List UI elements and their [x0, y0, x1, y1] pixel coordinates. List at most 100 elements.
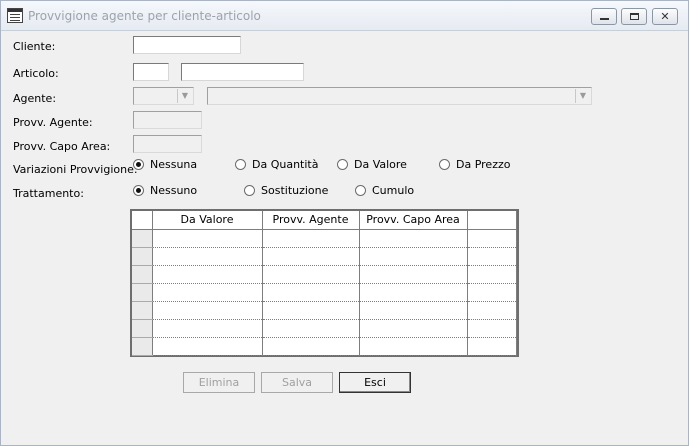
radio-label: Da Valore	[354, 158, 407, 171]
table-row[interactable]	[132, 337, 517, 356]
elimina-button[interactable]: Elimina	[183, 372, 255, 393]
esci-button-label: Esci	[364, 376, 386, 389]
table-cell[interactable]	[359, 337, 468, 356]
articolo-description-input[interactable]	[181, 63, 304, 81]
table-cell[interactable]	[359, 319, 468, 338]
chevron-down-icon[interactable]: ▼	[177, 89, 192, 103]
agente-code-combo[interactable]: ▼	[133, 87, 194, 105]
table-cell[interactable]	[262, 283, 360, 302]
minimize-button[interactable]	[591, 8, 617, 25]
radio-trattamento-nessuno[interactable]: Nessuno	[133, 184, 197, 197]
radio-label: Da Prezzo	[456, 158, 511, 171]
radio-label: Da Quantità	[252, 158, 319, 171]
form-icon	[7, 8, 23, 23]
articolo-code-input[interactable]	[133, 63, 169, 81]
table-cell[interactable]	[152, 337, 263, 356]
variazioni-provvigione-label: Variazioni Provvigione:	[13, 163, 138, 176]
radio-variazione-da-valore[interactable]: Da Valore	[337, 158, 407, 171]
table-cell[interactable]	[467, 301, 517, 320]
table-cell[interactable]	[262, 229, 360, 248]
table-cell[interactable]	[152, 283, 263, 302]
table-row[interactable]	[132, 247, 517, 266]
agente-label: Agente:	[13, 92, 57, 105]
row-selector[interactable]	[132, 283, 153, 302]
radio-variazione-da-prezzo[interactable]: Da Prezzo	[439, 158, 510, 171]
table-cell[interactable]	[152, 229, 263, 248]
radio-variazione-da-quantita[interactable]: Da Quantità	[235, 158, 318, 171]
row-selector[interactable]	[132, 319, 153, 338]
table-cell[interactable]	[152, 319, 263, 338]
main-window: Provvigione agente per cliente-articolo …	[0, 0, 689, 446]
radio-label: Sostituzione	[261, 184, 329, 197]
radio-label: Nessuna	[150, 158, 198, 171]
agente-name-combo[interactable]: ▼	[207, 87, 592, 105]
table-cell[interactable]	[152, 301, 263, 320]
table-row[interactable]	[132, 265, 517, 284]
cliente-input[interactable]	[133, 36, 241, 54]
provvigioni-table: Da Valore Provv. Agente Provv. Capo Area	[132, 211, 517, 356]
row-selector[interactable]	[132, 247, 153, 266]
maximize-icon	[630, 13, 639, 20]
window-title: Provvigione agente per cliente-articolo	[28, 9, 261, 23]
table-cell[interactable]	[467, 319, 517, 338]
table-cell[interactable]	[467, 265, 517, 284]
table-row[interactable]	[132, 283, 517, 302]
provvigioni-grid[interactable]: Da Valore Provv. Agente Provv. Capo Area	[130, 209, 519, 357]
column-header-provv-capo-area[interactable]: Provv. Capo Area	[359, 211, 468, 230]
table-cell[interactable]	[262, 265, 360, 284]
close-button[interactable]: ✕	[652, 8, 678, 25]
minimize-icon	[600, 18, 609, 20]
radio-label: Cumulo	[372, 184, 415, 197]
table-row[interactable]	[132, 229, 517, 248]
table-header-row: Da Valore Provv. Agente Provv. Capo Area	[132, 211, 517, 230]
table-cell[interactable]	[467, 337, 517, 356]
table-cell[interactable]	[152, 247, 263, 266]
column-header-da-valore[interactable]: Da Valore	[152, 211, 263, 230]
articolo-label: Articolo:	[13, 67, 59, 80]
title-bar[interactable]: Provvigione agente per cliente-articolo …	[1, 1, 688, 31]
table-cell[interactable]	[262, 337, 360, 356]
chevron-down-icon[interactable]: ▼	[575, 89, 590, 103]
radio-empty-icon	[439, 159, 450, 170]
table-row[interactable]	[132, 319, 517, 338]
table-cell[interactable]	[359, 283, 468, 302]
cliente-label: Cliente:	[13, 40, 56, 53]
row-selector[interactable]	[132, 301, 153, 320]
table-cell[interactable]	[359, 229, 468, 248]
salva-button[interactable]: Salva	[261, 372, 333, 393]
table-cell[interactable]	[467, 229, 517, 248]
provv-capo-area-label: Provv. Capo Area:	[13, 140, 111, 153]
close-icon: ✕	[660, 10, 670, 23]
row-selector[interactable]	[132, 229, 153, 248]
table-row[interactable]	[132, 301, 517, 320]
row-selector[interactable]	[132, 337, 153, 356]
radio-empty-icon	[355, 185, 366, 196]
radio-trattamento-cumulo[interactable]: Cumulo	[355, 184, 414, 197]
provv-capo-area-input[interactable]	[133, 135, 202, 153]
column-header-provv-agente[interactable]: Provv. Agente	[262, 211, 360, 230]
esci-button[interactable]: Esci	[339, 372, 411, 393]
table-cell[interactable]	[262, 247, 360, 266]
radio-trattamento-sostituzione[interactable]: Sostituzione	[244, 184, 328, 197]
provv-agente-input[interactable]	[133, 111, 202, 129]
table-cell[interactable]	[152, 265, 263, 284]
table-cell[interactable]	[467, 247, 517, 266]
table-cell[interactable]	[262, 319, 360, 338]
salva-button-label: Salva	[281, 376, 313, 389]
provv-agente-label: Provv. Agente:	[13, 116, 93, 129]
radio-variazione-nessuna[interactable]: Nessuna	[133, 158, 197, 171]
table-cell[interactable]	[359, 265, 468, 284]
radio-label: Nessuno	[150, 184, 198, 197]
radio-empty-icon	[337, 159, 348, 170]
radio-empty-icon	[244, 185, 255, 196]
row-selector-header	[132, 211, 153, 230]
table-cell[interactable]	[359, 301, 468, 320]
radio-selected-icon	[133, 159, 144, 170]
trattamento-label: Trattamento:	[13, 187, 84, 200]
table-cell[interactable]	[359, 247, 468, 266]
table-cell[interactable]	[467, 283, 517, 302]
table-cell[interactable]	[262, 301, 360, 320]
elimina-button-label: Elimina	[198, 376, 240, 389]
row-selector[interactable]	[132, 265, 153, 284]
maximize-button[interactable]	[621, 8, 647, 25]
